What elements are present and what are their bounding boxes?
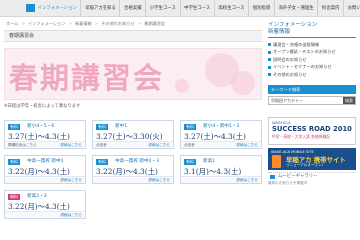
sidebar-item[interactable]: 説明会のお知らせ bbox=[268, 56, 356, 63]
price-badge: 有料 bbox=[184, 124, 196, 130]
sidebar-footer-note: 最新のお知らせを掲載中 bbox=[268, 181, 308, 186]
keyword-search-value: 早稲田アカデミー bbox=[271, 98, 303, 104]
breadcrumb-separator: > bbox=[68, 21, 72, 26]
nav-item[interactable]: 早稲アカを知る bbox=[80, 0, 119, 17]
price-badge: 有料 bbox=[8, 124, 20, 130]
course-name: 新小4・5・6 bbox=[27, 124, 55, 129]
price-badge: 有料 bbox=[96, 159, 108, 165]
breadcrumb-item[interactable]: その他のお知らせ bbox=[101, 21, 134, 27]
keyword-search-input[interactable]: 早稲田アカデミー 検索 bbox=[268, 96, 356, 106]
main-content: 春期講習会 春期講習会 ※日程は学年・校舎によって異なります 有料 新小4・5・6… bbox=[4, 30, 262, 219]
sidebar-subtitle: 新着情報 bbox=[268, 29, 291, 35]
course-detail-link[interactable]: 詳細はこちら bbox=[148, 142, 170, 148]
nav-item[interactable]: 小学生コース bbox=[145, 0, 179, 17]
course-footer: 詳細はこちら bbox=[181, 176, 261, 183]
breadcrumb-item[interactable]: ホーム bbox=[6, 21, 18, 27]
nav-item[interactable]: インフォメーション bbox=[34, 0, 80, 17]
movie-icon bbox=[270, 175, 275, 180]
breadcrumb-separator: > bbox=[94, 21, 99, 26]
price-badge: 有料 bbox=[184, 159, 196, 165]
breadcrumb-item[interactable]: インフォメーション bbox=[28, 21, 65, 27]
course-name: 中高一貫校 新中2・3 bbox=[115, 159, 160, 164]
search-button[interactable]: 検索 bbox=[343, 97, 355, 105]
nav-item[interactable]: 個別指導 bbox=[248, 0, 274, 17]
breadcrumb-separator: > bbox=[137, 21, 142, 26]
nav-item[interactable]: 高校生コース bbox=[213, 0, 248, 17]
breadcrumb-separator: > bbox=[21, 21, 25, 26]
course-name: 新小4・新中1・3 bbox=[203, 124, 240, 129]
course-footer: 全校舎 詳細はこちら bbox=[93, 141, 173, 148]
price-badge: 無料 bbox=[8, 194, 20, 200]
petal-decoration bbox=[175, 79, 189, 93]
hero-banner: 春期講習会 bbox=[4, 48, 262, 100]
banner-top-text: WASE-ACA MOBILE SITE bbox=[271, 150, 314, 155]
course-card[interactable]: 有料 新小4・5・6 3.27(土)～4.3(土) 開講校舎はこちら 詳細はこちら bbox=[4, 120, 86, 149]
mobile-site-banner[interactable]: WASE-ACA MOBILE SITE 早稲アカ 携帯サイト リニューアルオー… bbox=[268, 148, 356, 171]
course-name: 新高1 bbox=[203, 159, 216, 164]
course-detail-link[interactable]: 詳細はこちら bbox=[148, 177, 170, 183]
top-navigation: インフォメーション 早稲アカを知る 合格実績 小学生コース 中学生コース 高校生コース 個別… bbox=[0, 0, 360, 17]
keyword-search-label: キーワード検索 bbox=[268, 85, 356, 95]
course-card[interactable]: 有料 新高1 3.1(月)～4.3(土) 詳細はこちら bbox=[180, 155, 262, 184]
course-campus: 全校舎 bbox=[96, 143, 107, 147]
movie-gallery-label: ムービーギャラリー bbox=[278, 174, 318, 180]
course-card[interactable]: 有料 中高一貫校 新中1 3.22(月)～4.3(土) 詳細はこちら bbox=[4, 155, 86, 184]
course-name: 新高2・3 bbox=[27, 194, 47, 199]
banner-sub-text: 中学・高校・大学入試 合格体験記 bbox=[272, 134, 331, 140]
mobile-phone-icon bbox=[272, 155, 281, 169]
petal-decoration bbox=[231, 71, 255, 95]
course-footer: 詳細はこちら bbox=[93, 176, 173, 183]
course-campus: 全校舎 bbox=[184, 143, 195, 147]
price-badge: 有料 bbox=[96, 124, 108, 130]
course-detail-link[interactable]: 詳細はこちら bbox=[60, 212, 82, 218]
nav-item[interactable]: お問い合わせ bbox=[342, 0, 360, 17]
sidebar-title: インフォメーション bbox=[268, 22, 318, 28]
sidebar: インフォメーション 新着情報 講習会・合格の出版情報 オープン模試・テストのお知ら… bbox=[268, 22, 356, 186]
banner-sub-text: リニューアルオープン! bbox=[286, 163, 323, 168]
sidebar-item[interactable]: イベント・セミナーのお知らせ bbox=[268, 63, 356, 70]
course-detail-link[interactable]: 詳細はこちら bbox=[60, 142, 82, 148]
sidebar-divider bbox=[268, 37, 356, 38]
breadcrumb-item[interactable]: 新着情報 bbox=[75, 21, 92, 27]
course-card[interactable]: 有料 中高一貫校 新中2・3 3.22(月)～4.3(土) 詳細はこちら bbox=[92, 155, 174, 184]
course-name: 新中1 bbox=[115, 124, 128, 129]
sidebar-item[interactable]: オープン模試・テストのお知らせ bbox=[268, 48, 356, 55]
course-footer: 詳細はこちら bbox=[5, 176, 85, 183]
breadcrumb-item: 春期講習会 bbox=[144, 21, 166, 26]
hero-note: ※日程は学年・校舎によって異なります bbox=[4, 104, 81, 109]
nav-item[interactable]: 校舎案内 bbox=[317, 0, 343, 17]
nav-item[interactable]: 中学生コース bbox=[179, 0, 214, 17]
sidebar-list: 講習会・合格の出版情報 オープン模試・テストのお知らせ 説明会のお知らせ イベント・セ… bbox=[268, 41, 356, 78]
course-detail-link[interactable]: 詳細はこちら bbox=[236, 142, 258, 148]
sidebar-item[interactable]: その他のお知らせ bbox=[268, 71, 356, 78]
course-card[interactable]: 無料 新高2・3 3.22(月)～4.3(土) 詳細はこちら bbox=[4, 190, 86, 219]
course-card[interactable]: 有料 新中1 3.27(土)～3.30(火) 全校舎 詳細はこちら bbox=[92, 120, 174, 149]
price-badge: 有料 bbox=[8, 159, 20, 165]
course-footer: 開講校舎はこちら 詳細はこちら bbox=[5, 141, 85, 148]
breadcrumb: ホーム > インフォメーション > 新着情報 > その他のお知らせ > 春期講習会 bbox=[6, 21, 165, 27]
sidebar-item[interactable]: 講習会・合格の出版情報 bbox=[268, 41, 356, 48]
nav-item[interactable]: 海外子女・帰国生 bbox=[273, 0, 317, 17]
course-detail-link[interactable]: 詳細はこちら bbox=[60, 177, 82, 183]
movie-gallery-link[interactable]: ムービーギャラリー bbox=[268, 172, 356, 180]
nav-list: インフォメーション 早稲アカを知る 合格実績 小学生コース 中学生コース 高校生コース 個別… bbox=[34, 0, 360, 17]
course-campus: 開講校舎はこちら bbox=[8, 143, 37, 147]
hero-title: 春期講習会 bbox=[9, 61, 165, 95]
course-card[interactable]: 有料 新小4・新中1・3 3.27(土)～4.3(土) 全校舎 詳細はこちら bbox=[180, 120, 262, 149]
course-detail-link[interactable]: 詳細はこちら bbox=[236, 177, 258, 183]
nav-item[interactable]: 合格実績 bbox=[119, 0, 145, 17]
course-footer: 詳細はこちら bbox=[5, 211, 85, 218]
banner-main-text: SUCCESS ROAD 2010 bbox=[272, 125, 352, 134]
course-footer: 全校舎 詳細はこちら bbox=[181, 141, 261, 148]
section-title: 春期講習会 bbox=[4, 30, 262, 42]
course-name: 中高一貫校 新中1 bbox=[27, 159, 64, 164]
success-road-banner[interactable]: WASEACA SUCCESS ROAD 2010 中学・高校・大学入試 合格体… bbox=[268, 117, 356, 146]
